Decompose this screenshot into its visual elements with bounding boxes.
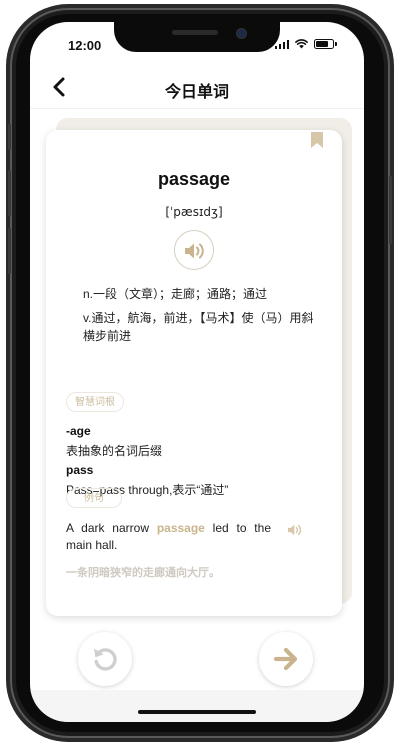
- next-button[interactable]: [259, 632, 313, 686]
- word-title: passage: [157, 169, 231, 189]
- phonetic: [ˈpæsɪdʒ]: [165, 205, 223, 219]
- speaker-icon: [185, 243, 204, 259]
- example-section-label: 例句: [66, 488, 122, 508]
- side-button: [8, 228, 11, 274]
- wifi-icon: [295, 39, 308, 49]
- root-name: pass: [66, 463, 94, 477]
- page-title: 今日单词: [164, 84, 229, 101]
- earpiece: [172, 30, 218, 35]
- arrow-right-icon: [273, 647, 298, 671]
- speaker-icon[interactable]: [287, 523, 303, 537]
- front-camera: [236, 28, 247, 39]
- root-name: -age: [66, 424, 91, 438]
- side-button: [8, 170, 11, 216]
- word-card: passage [ˈpæsɪdʒ] n.一段（文章）；走廊；通路；通过 v.通过…: [46, 130, 342, 616]
- undo-button[interactable]: [78, 632, 132, 686]
- status-time: 12:00: [68, 38, 102, 53]
- definition-item: n.一段（文章）；走廊；通路；通过: [83, 287, 268, 301]
- root-section-label: 智慧词根: [66, 392, 124, 412]
- side-button: [389, 176, 392, 244]
- undo-icon: [94, 648, 117, 671]
- example-highlight: passage: [156, 521, 205, 535]
- pronounce-button[interactable]: [174, 230, 214, 270]
- definitions: n.一段（文章）；走廊；通路；通过 v.通过，航海，前进，【马术】使（马）用斜横…: [83, 285, 319, 351]
- home-indicator: [138, 710, 256, 714]
- bookmark-icon[interactable]: [310, 132, 324, 148]
- example-sentence: A dark narrow passage led to the main ha…: [66, 520, 271, 554]
- example-text: A dark narrow: [66, 521, 157, 535]
- example-translation: 一条阴暗狭窄的走廊通向大厅。: [66, 567, 220, 579]
- side-button: [8, 124, 11, 150]
- signal-icon: [274, 39, 289, 49]
- notch: [114, 22, 280, 52]
- root-description: 表抽象的名词后缀: [66, 444, 163, 458]
- status-icons: [274, 39, 337, 49]
- screen: 12:00 今日单词 passage [ˈpæsɪdʒ] n.一段（文章）；走廊…: [30, 22, 364, 722]
- nav-bar: 今日单词: [30, 66, 364, 109]
- definition-item: v.通过，航海，前进，【马术】使（马）用斜横步前进: [83, 311, 314, 343]
- root-item: -age 表抽象的名词后缀: [66, 424, 326, 459]
- battery-icon: [314, 39, 337, 49]
- bottom-safe-area: [30, 690, 364, 722]
